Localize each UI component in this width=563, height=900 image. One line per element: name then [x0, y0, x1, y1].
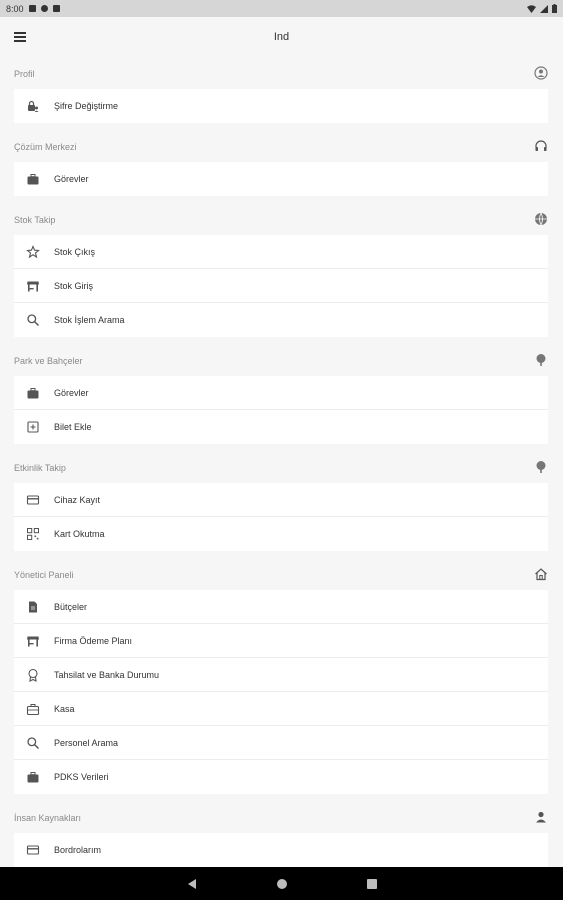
document-icon [26, 600, 40, 614]
menu-item-label: Kasa [54, 703, 75, 714]
menu-item-label: Bütçeler [54, 601, 88, 612]
credit-card-icon [26, 843, 40, 857]
back-icon[interactable] [185, 877, 199, 891]
menu-item[interactable]: Personel Arama [14, 726, 548, 760]
menu-item-label: Bilet Ekle [54, 422, 92, 432]
recents-icon[interactable] [365, 877, 379, 891]
menu-item-label: Stok İşlem Arama [54, 315, 125, 325]
section-header-profil: Profil [0, 59, 563, 89]
tree-icon [534, 460, 548, 476]
section-header-stok-takip: Stok Takip [0, 205, 563, 235]
section-header-etkinlik-takip: Etkinlik Takip [0, 453, 563, 483]
lock-person-icon [26, 99, 40, 113]
section-title: Stok Takip [14, 215, 56, 225]
home-icon [534, 567, 548, 583]
app-bar: Ind [0, 17, 563, 59]
menu-item[interactable]: Kart Okutma [14, 517, 548, 551]
section-card: Görevler [14, 162, 548, 196]
section-card: Bütçeler Firma Ödeme Planı Tahsilat ve Ban… [14, 590, 548, 794]
briefcase-icon [26, 386, 40, 400]
battery-icon [552, 4, 557, 13]
tree-icon [534, 353, 548, 369]
star-outline-icon [26, 244, 40, 259]
account-circle-icon [534, 66, 548, 82]
section-card: Cihaz Kayıt Kart Okutma [14, 483, 548, 551]
menu-item[interactable]: Kasa [14, 692, 548, 726]
section-header-i-nsan-kaynakları: İnsan Kaynakları [0, 803, 563, 833]
section-card: Bordrolarım [14, 833, 548, 867]
globe-icon [534, 212, 548, 228]
sync-icon [40, 5, 48, 12]
sd-card-icon [52, 5, 60, 12]
menu-item[interactable]: Şifre Değiştirme [14, 89, 548, 123]
menu-item[interactable]: Görevler [14, 162, 548, 196]
status-time: 8:00 [6, 3, 24, 14]
section-title: Çözüm Merkezi [14, 142, 77, 152]
menu-item[interactable]: Bilet Ekle [14, 410, 548, 444]
section-card: Şifre Değiştirme [14, 89, 548, 123]
credit-card-icon [26, 493, 40, 507]
menu-item[interactable]: Tahsilat ve Banka Durumu [14, 658, 548, 692]
section-header-yönetici-paneli: Yönetici Paneli [0, 560, 563, 590]
section-card: Stok Çıkış Stok Giriş Stok İşlem Arama [14, 235, 548, 337]
menu-item[interactable]: Firma Ödeme Planı [14, 624, 548, 658]
menu-item-label: Cihaz Kayıt [54, 494, 101, 505]
briefcase-icon [26, 172, 40, 186]
bank-badge-icon [26, 668, 40, 682]
menu-item-label: Stok Giriş [54, 280, 94, 291]
menu-item[interactable]: Bordrolarım [14, 833, 548, 867]
menu-item-label: Bordrolarım [54, 845, 102, 855]
wifi-icon [527, 4, 536, 13]
menu-item[interactable]: Bütçeler [14, 590, 548, 624]
add-box-icon [26, 420, 40, 434]
section-title: Yönetici Paneli [14, 570, 74, 580]
menu-item[interactable]: Stok İşlem Arama [14, 303, 548, 337]
search-icon [26, 313, 40, 327]
section-header-çözüm-merkezi: Çözüm Merkezi [0, 132, 563, 162]
app-title: Ind [273, 31, 290, 43]
menu-item[interactable]: PDKS Verileri [14, 760, 548, 794]
section-title: İnsan Kaynakları [14, 813, 82, 823]
signal-icon [540, 4, 548, 13]
home-nav-icon[interactable] [275, 877, 289, 891]
store-icon [26, 279, 40, 293]
search-icon [26, 736, 40, 750]
menu-item-label: Tahsilat ve Banka Durumu [54, 669, 160, 680]
menu-item-label: PDKS Verileri [54, 772, 109, 782]
person-icon [534, 810, 548, 826]
menu-item[interactable]: Görevler [14, 376, 548, 410]
section-title: Park ve Bahçeler [14, 356, 83, 366]
menu-item[interactable]: Stok Çıkış [14, 235, 548, 269]
store-icon [26, 634, 40, 648]
status-bar: 8:00 [0, 0, 563, 17]
notification-icon [28, 5, 36, 12]
headset-icon [534, 139, 548, 155]
drawer-menu: Profil Şifre Değiştirme Çözüm Merkezi Görev… [0, 59, 563, 876]
menu-item-label: Stok Çıkış [54, 246, 96, 257]
briefcase-outline-icon [26, 702, 40, 716]
section-title: Etkinlik Takip [14, 463, 66, 473]
menu-item-label: Görevler [54, 387, 89, 398]
navigation-bar [0, 867, 563, 900]
menu-item[interactable]: Cihaz Kayıt [14, 483, 548, 517]
briefcase-icon [26, 770, 40, 784]
qr-code-icon [26, 527, 40, 541]
menu-item-label: Firma Ödeme Planı [54, 635, 133, 646]
menu-item[interactable]: Stok Giriş [14, 269, 548, 303]
menu-item-label: Görevler [54, 174, 89, 184]
section-title: Profil [14, 69, 35, 79]
section-card: Görevler Bilet Ekle [14, 376, 548, 444]
section-header-park-ve-bahçeler: Park ve Bahçeler [0, 346, 563, 376]
menu-item-label: Personel Arama [54, 737, 119, 748]
menu-item-label: Şifre Değiştirme [54, 101, 119, 111]
menu-item-label: Kart Okutma [54, 529, 105, 539]
